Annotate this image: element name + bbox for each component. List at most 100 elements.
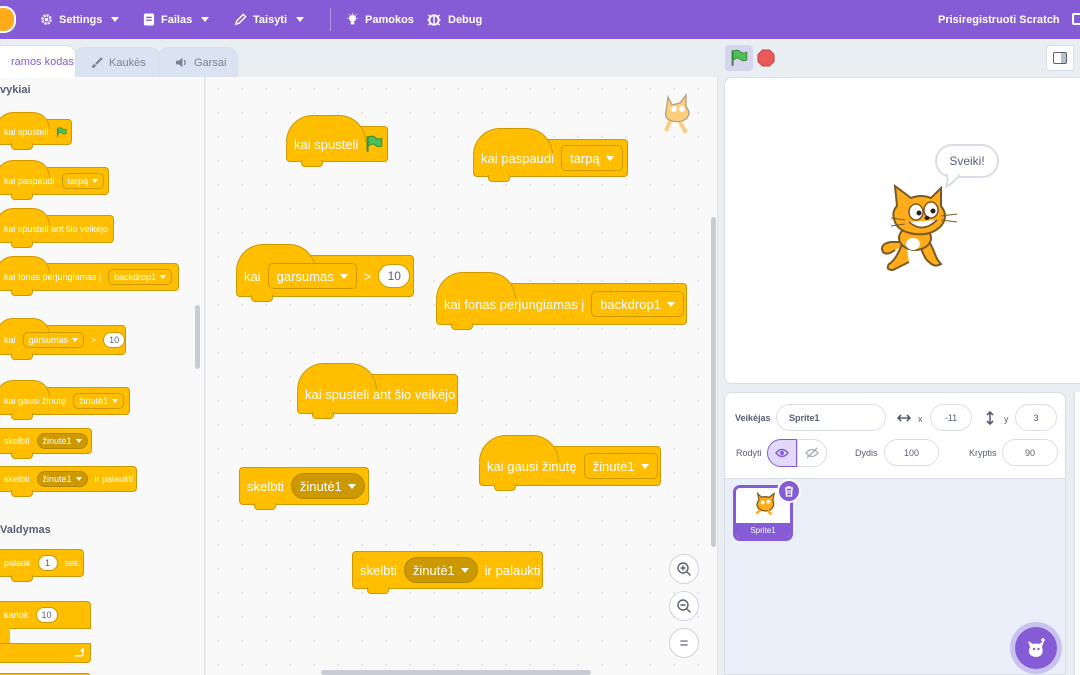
stage-backdrop-panel[interactable] (1074, 392, 1080, 675)
key-dropdown[interactable]: tarpą (61, 173, 105, 189)
speech-bubble: Sveiki! (935, 144, 999, 178)
sprite-list: Sprite1 (724, 479, 1066, 675)
block-text: kai spusteli (294, 136, 359, 152)
palette-block-when-receive[interactable]: kai gausi žinutę žinutė1 (0, 380, 130, 420)
dropdown-arrow-icon (75, 439, 82, 443)
lightbulb-icon (347, 12, 358, 24)
tutorials-label: Pamokos (365, 13, 414, 26)
dropdown-arrow-icon (92, 179, 99, 183)
script-vertical-scrollbar[interactable] (711, 217, 716, 547)
palette-block-broadcast[interactable]: skelbti žinutė1 (0, 428, 92, 459)
y-position-input[interactable]: 3 (1015, 404, 1057, 431)
block-text: kai (4, 335, 16, 345)
x-position-input[interactable]: -11 (930, 404, 972, 431)
palette-block-when-loudness[interactable]: kai garsumas > 10 (0, 318, 126, 360)
palette-block-when-backdrop-switches[interactable]: kai fonas perjungiamas į backdrop1 (0, 256, 179, 296)
message-dropdown[interactable]: žinutė1 (583, 453, 658, 479)
bug-icon (427, 14, 441, 26)
message-dropdown[interactable]: žinutė1 (36, 433, 88, 449)
script-block-when-receive[interactable]: kai gausi žinutę žinutė1 (479, 435, 661, 491)
script-block-broadcast[interactable]: skelbti žinutė1 (239, 467, 369, 510)
palette-block-broadcast-and-wait[interactable]: skelbti žinutė1 ir palaukti (0, 466, 137, 497)
block-text: kai gausi žinutę (4, 396, 67, 406)
add-sprite-button[interactable] (1015, 627, 1057, 669)
tab-code[interactable]: ramos kodas (0, 45, 76, 78)
sensor-dropdown[interactable]: garsumas (267, 263, 357, 289)
dropdown-value: žinutė1 (42, 474, 72, 484)
eye-icon (775, 448, 789, 458)
zoom-reset-button[interactable]: = (669, 628, 699, 658)
message-dropdown[interactable]: žinutė1 (36, 471, 88, 487)
hide-sprite-button[interactable] (797, 439, 827, 467)
file-menu[interactable]: Failas (143, 0, 210, 39)
category-control-title: Valdymas (0, 524, 51, 536)
stop-button[interactable] (757, 49, 775, 67)
dropdown-arrow-icon (640, 463, 649, 469)
script-area[interactable]: kai spusteli kai paspaudi tarpą kai gars… (206, 77, 718, 675)
sensor-dropdown[interactable]: garsumas (22, 332, 85, 348)
file-icon (143, 13, 155, 26)
palette-block-when-flag-clicked[interactable]: kai spusteli (0, 112, 72, 150)
green-flag-button[interactable] (725, 45, 753, 71)
edit-menu[interactable]: Taisyti (234, 0, 305, 39)
palette-scrollbar[interactable] (195, 305, 200, 369)
edit-label: Taisyti (253, 13, 288, 26)
message-dropdown[interactable]: žinutė1 (73, 393, 125, 409)
script-block-when-sprite-clicked[interactable]: kai spusteli ant šio veikėjo (297, 363, 458, 419)
show-sprite-button[interactable] (767, 439, 797, 467)
block-text: kai fonas perjungiamas į (444, 296, 585, 312)
debug-menu[interactable]: Debug (426, 0, 482, 39)
zoom-in-button[interactable] (669, 554, 699, 584)
palette-block-wait[interactable]: palauk 1 sek. (0, 549, 84, 582)
block-text: kai fonas perjungiamas į (4, 272, 102, 282)
cat-sprite[interactable] (875, 182, 965, 274)
dropdown-value: backdrop1 (114, 272, 157, 282)
wait-seconds-input[interactable]: 1 (37, 555, 58, 571)
tab-costumes[interactable]: Kaukės (74, 47, 160, 77)
scratch-logo[interactable] (0, 6, 16, 33)
zoom-out-button[interactable] (669, 591, 699, 621)
menu-divider (330, 8, 331, 31)
repeat-count-input[interactable]: 10 (35, 607, 58, 623)
tab-costumes-label: Kaukės (109, 56, 146, 69)
palette-block-when-sprite-clicked[interactable]: kai spusteli ant šio veikėjo (0, 208, 114, 248)
script-block-when-flag-clicked[interactable]: kai spusteli (286, 115, 388, 167)
speech-text: Sveiki! (949, 154, 985, 168)
script-block-when-loudness[interactable]: kai garsumas > 10 (236, 244, 414, 302)
loudness-input[interactable]: 10 (378, 264, 411, 288)
horizontal-arrows-icon (897, 414, 911, 422)
direction-input[interactable]: 90 (1002, 439, 1058, 466)
tutorials-menu[interactable]: Pamokos (346, 0, 414, 39)
direction-label: Kryptis (969, 448, 997, 458)
delete-sprite-button[interactable] (777, 479, 801, 503)
dropdown-arrow-icon (72, 338, 79, 342)
script-block-when-backdrop-switches[interactable]: kai fonas perjungiamas į backdrop1 (436, 272, 687, 330)
key-dropdown[interactable]: tarpą (561, 145, 623, 171)
settings-menu[interactable]: Settings (40, 0, 120, 39)
loudness-input[interactable]: 10 (103, 332, 125, 348)
join-scratch-link[interactable]: Prisiregistruoti Scratch (938, 0, 1060, 39)
palette-block-repeat[interactable]: kartok 10 (0, 601, 91, 629)
backdrop-dropdown[interactable]: backdrop1 (108, 269, 173, 285)
palette-block-when-key-pressed[interactable]: kai paspaudi tarpą (0, 160, 109, 200)
tab-sounds[interactable]: Garsai (158, 47, 238, 77)
sprite-name-input[interactable]: Sprite1 (776, 404, 886, 431)
small-stage-button[interactable] (1046, 45, 1074, 71)
message-dropdown[interactable]: žinutė1 (290, 473, 365, 499)
dropdown-value: garsumas (276, 268, 334, 284)
current-sprite-icon (664, 93, 690, 134)
message-dropdown[interactable]: žinutė1 (403, 557, 478, 583)
script-horizontal-scrollbar[interactable] (321, 670, 591, 675)
backdrop-dropdown[interactable]: backdrop1 (591, 291, 684, 317)
script-block-when-key-pressed[interactable]: kai paspaudi tarpą (473, 128, 628, 182)
stage-canvas[interactable]: Sveiki! (724, 77, 1080, 384)
size-input[interactable]: 100 (884, 439, 939, 466)
block-text: skelbti (4, 474, 30, 484)
block-text: skelbti (247, 478, 284, 494)
green-flag-icon (365, 135, 383, 153)
join-label: Prisiregistruoti Scratch (938, 13, 1060, 26)
sign-in-icon[interactable] (1072, 13, 1080, 25)
block-text: kai gausi žinutę (487, 458, 577, 474)
script-block-broadcast-and-wait[interactable]: skelbti žinutė1 ir palaukti (352, 551, 543, 594)
repeat-block-arm (0, 628, 10, 644)
